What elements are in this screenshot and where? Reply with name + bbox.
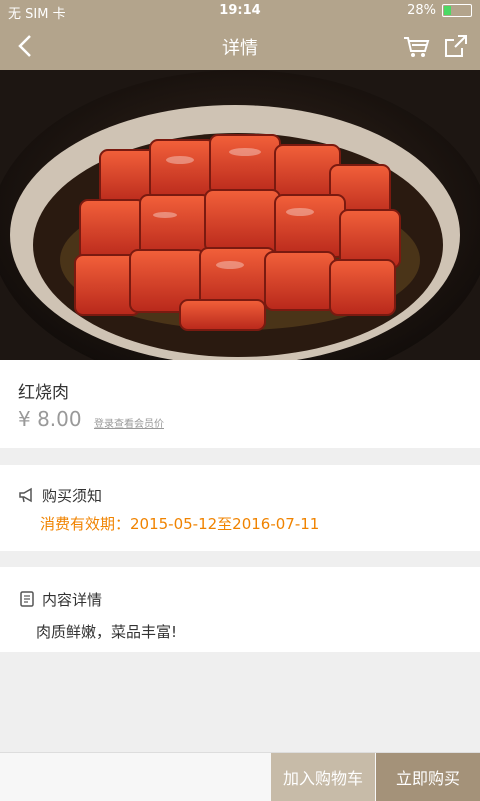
purchase-notice-card: 购买须知 消费有效期：2015-05-12至2016-07-11 xyxy=(0,465,480,551)
product-price: ¥ 8.00 xyxy=(18,407,82,431)
nav-bar: 详情 xyxy=(0,22,480,70)
content-details-card: 内容详情 肉质鲜嫩，菜品丰富! xyxy=(0,567,480,652)
status-right: 28% xyxy=(407,3,472,18)
braised-pork-photo xyxy=(0,70,480,360)
details-title: 内容详情 xyxy=(42,591,103,609)
buy-now-button[interactable]: 立即购买 xyxy=(376,753,480,801)
product-image xyxy=(0,70,480,360)
member-price-link[interactable]: 登录查看会员价 xyxy=(94,415,164,430)
battery-percent: 28% xyxy=(407,3,436,18)
validity-period: 消费有效期：2015-05-12至2016-07-11 xyxy=(40,515,320,533)
product-name: 红烧肉 xyxy=(18,383,69,403)
document-icon xyxy=(20,591,34,607)
share-button[interactable] xyxy=(440,30,472,62)
product-info-card: 红烧肉 ¥ 8.00 登录查看会员价 xyxy=(0,360,480,448)
details-text: 肉质鲜嫩，菜品丰富! xyxy=(36,623,178,641)
share-icon xyxy=(445,35,467,57)
shopping-cart-icon xyxy=(404,37,430,57)
megaphone-icon xyxy=(19,487,32,503)
cart-button[interactable] xyxy=(400,30,432,62)
add-to-cart-button[interactable]: 加入购物车 xyxy=(271,753,375,801)
battery-icon xyxy=(442,4,472,17)
bottom-action-bar: 加入购物车 立即购买 xyxy=(0,752,480,801)
notice-title: 购买须知 xyxy=(42,487,103,505)
status-bar: 无 SIM 卡 19:14 28% xyxy=(0,0,480,22)
battery-fill xyxy=(444,6,451,15)
